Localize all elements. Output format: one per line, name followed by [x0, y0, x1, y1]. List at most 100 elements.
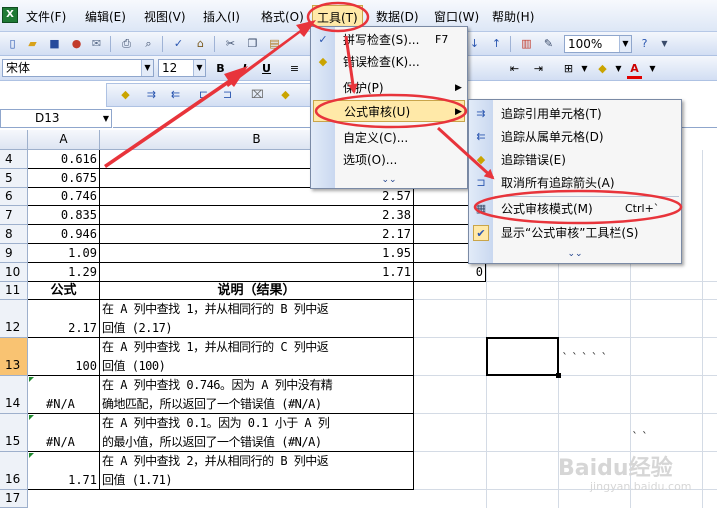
cell-b15[interactable]: 在 A 列中查找 0.1。因为 0.1 小于 A 列 的最小值，所以返回了一个错…	[100, 414, 414, 452]
trace-precedents-icon[interactable]: ⇉	[143, 87, 160, 103]
menu-item-trace-dependents[interactable]: ⇇ 追踪从属单元格(D)	[469, 126, 681, 148]
menu-item-remove-all-arrows[interactable]: ⊐ 取消所有追踪箭头(A)	[469, 172, 681, 194]
row-header-5[interactable]: 5	[0, 169, 28, 188]
row-header-4[interactable]: 4	[0, 150, 28, 169]
cell-a13[interactable]: 100	[28, 338, 100, 376]
align-left-icon[interactable]: ≡	[286, 61, 303, 77]
menu-insert[interactable]: 插入(I)	[203, 8, 240, 26]
chevron-down-icon[interactable]: ▼	[619, 36, 631, 52]
email-icon[interactable]: ✉	[88, 36, 105, 52]
italic-button[interactable]: I	[236, 61, 253, 77]
cell-b7[interactable]: 2.38	[100, 206, 414, 225]
cell-b6[interactable]: 2.57	[100, 188, 414, 206]
chevron-down-icon[interactable]: ▼	[576, 61, 593, 77]
row-header-11[interactable]: 11	[0, 282, 28, 300]
cell-b10[interactable]: 1.71	[100, 263, 414, 282]
cell-b8[interactable]: 2.17	[100, 225, 414, 244]
chevron-down-icon[interactable]: ▼	[193, 60, 205, 76]
cell-a7[interactable]: 0.835	[28, 206, 100, 225]
cell-a14[interactable]: #N/A	[28, 376, 100, 414]
menu-format[interactable]: 格式(O)	[261, 8, 304, 26]
fill-color-icon[interactable]: ◆	[594, 61, 611, 77]
cell-a10[interactable]: 1.29	[28, 263, 100, 282]
active-cell-d13[interactable]	[486, 337, 559, 376]
print-preview-icon[interactable]: ⌕	[140, 36, 157, 52]
toolbar-options-icon[interactable]: ▼	[656, 36, 673, 52]
menu-item-show-auditing-toolbar[interactable]: ✔ 显示“公式审核”工具栏(S)	[469, 222, 681, 244]
row-header-9[interactable]: 9	[0, 244, 28, 263]
cell-a12[interactable]: 2.17	[28, 300, 100, 338]
menu-item-trace-precedents[interactable]: ⇉ 追踪引用单元格(T)	[469, 103, 681, 125]
sort-descending-icon[interactable]: ↑	[488, 36, 505, 52]
expand-menu-icon[interactable]: ⌄⌄	[567, 247, 583, 261]
chevron-down-icon[interactable]: ▼	[103, 110, 109, 127]
cell-a11[interactable]: 公式	[28, 282, 100, 300]
decrease-indent-icon[interactable]: ⇤	[506, 61, 523, 77]
row-header-13[interactable]: 13	[0, 338, 28, 376]
cell-b13[interactable]: 在 A 列中查找 1，并从相同行的 C 列中返 回值 (100)	[100, 338, 414, 376]
cell-a6[interactable]: 0.746	[28, 188, 100, 206]
menu-view[interactable]: 视图(V)	[144, 8, 186, 26]
trace-dependents-icon[interactable]: ⇇	[167, 87, 184, 103]
menu-item-error-check[interactable]: ◆ 错误检查(K)...	[311, 51, 467, 73]
bold-button[interactable]: B	[212, 61, 229, 77]
cell-a5[interactable]: 0.675	[28, 169, 100, 188]
cell-a16[interactable]: 1.71	[28, 452, 100, 490]
menu-item-options[interactable]: 选项(O)...	[311, 149, 467, 171]
paste-icon[interactable]: ▤	[266, 36, 283, 52]
row-header-10[interactable]: 10	[0, 263, 28, 282]
underline-button[interactable]: U	[258, 61, 275, 77]
menu-data[interactable]: 数据(D)	[376, 8, 419, 26]
error-check-icon[interactable]: ◆	[117, 87, 134, 103]
menu-item-formula-auditing-mode[interactable]: ▦ 公式审核模式(M) Ctrl+`	[469, 198, 681, 220]
row-header-6[interactable]: 6	[0, 188, 28, 206]
error-indicator-icon[interactable]	[29, 453, 34, 458]
cell-a9[interactable]: 1.09	[28, 244, 100, 263]
cell-c10[interactable]: 0	[414, 263, 486, 282]
row-header-14[interactable]: 14	[0, 376, 28, 414]
remove-arrows-icon[interactable]: ⊏	[195, 87, 212, 103]
chevron-down-icon[interactable]: ▼	[610, 61, 627, 77]
menu-file[interactable]: 文件(F)	[26, 8, 66, 26]
drawing-icon[interactable]: ✎	[540, 36, 557, 52]
trace-error-icon[interactable]: ◆	[277, 87, 294, 103]
font-color-icon[interactable]: A	[626, 61, 643, 77]
row-header-7[interactable]: 7	[0, 206, 28, 225]
new-icon[interactable]: ▯	[4, 36, 21, 52]
cell-b11[interactable]: 说明（结果）	[100, 282, 414, 300]
chart-wizard-icon[interactable]: ▥	[518, 36, 535, 52]
excel-app-icon[interactable]: X	[2, 7, 18, 23]
spelling-icon[interactable]: ✓	[170, 36, 187, 52]
print-icon[interactable]: ⎙	[118, 36, 135, 52]
save-icon[interactable]: ■	[46, 36, 63, 52]
menu-item-trace-error[interactable]: ◆ 追踪错误(E)	[469, 149, 681, 171]
column-header-a[interactable]: A	[28, 130, 100, 150]
font-size-combo[interactable]: 12 ▼	[158, 59, 206, 77]
open-icon[interactable]: ▰	[24, 36, 41, 52]
font-name-combo[interactable]: 宋体 ▼	[2, 59, 154, 77]
row-header-15[interactable]: 15	[0, 414, 28, 452]
row-header-17[interactable]: 17	[0, 490, 28, 508]
borders-icon[interactable]: ⊞	[560, 61, 577, 77]
error-indicator-icon[interactable]	[29, 415, 34, 420]
cell-a4[interactable]: 0.616	[28, 150, 100, 169]
name-box[interactable]: D13 ▼	[0, 109, 112, 128]
cut-icon[interactable]: ✂	[222, 36, 239, 52]
menu-item-spelling[interactable]: ✓ 拼写检查(S)... F7	[311, 29, 467, 51]
menu-item-customize[interactable]: 自定义(C)...	[311, 127, 467, 149]
row-header-16[interactable]: 16	[0, 452, 28, 490]
cell-b16[interactable]: 在 A 列中查找 2，并从相同行的 B 列中返 回值 (1.71)	[100, 452, 414, 490]
menu-item-protection[interactable]: 保护(P) ▶	[311, 77, 467, 99]
error-indicator-icon[interactable]	[29, 377, 34, 382]
research-icon[interactable]: ⌂	[192, 36, 209, 52]
eraser-icon[interactable]: ⌧	[249, 87, 266, 103]
zoom-combo[interactable]: 100% ▼	[564, 35, 632, 53]
menu-edit[interactable]: 编辑(E)	[85, 8, 126, 26]
cell-a8[interactable]: 0.946	[28, 225, 100, 244]
chevron-down-icon[interactable]: ▼	[644, 61, 661, 77]
fill-handle[interactable]	[556, 373, 561, 378]
copy-icon[interactable]: ❐	[244, 36, 261, 52]
remove-all-arrows-icon[interactable]: ⊐	[219, 87, 236, 103]
chevron-down-icon[interactable]: ▼	[141, 60, 153, 76]
help-icon[interactable]: ?	[636, 36, 653, 52]
